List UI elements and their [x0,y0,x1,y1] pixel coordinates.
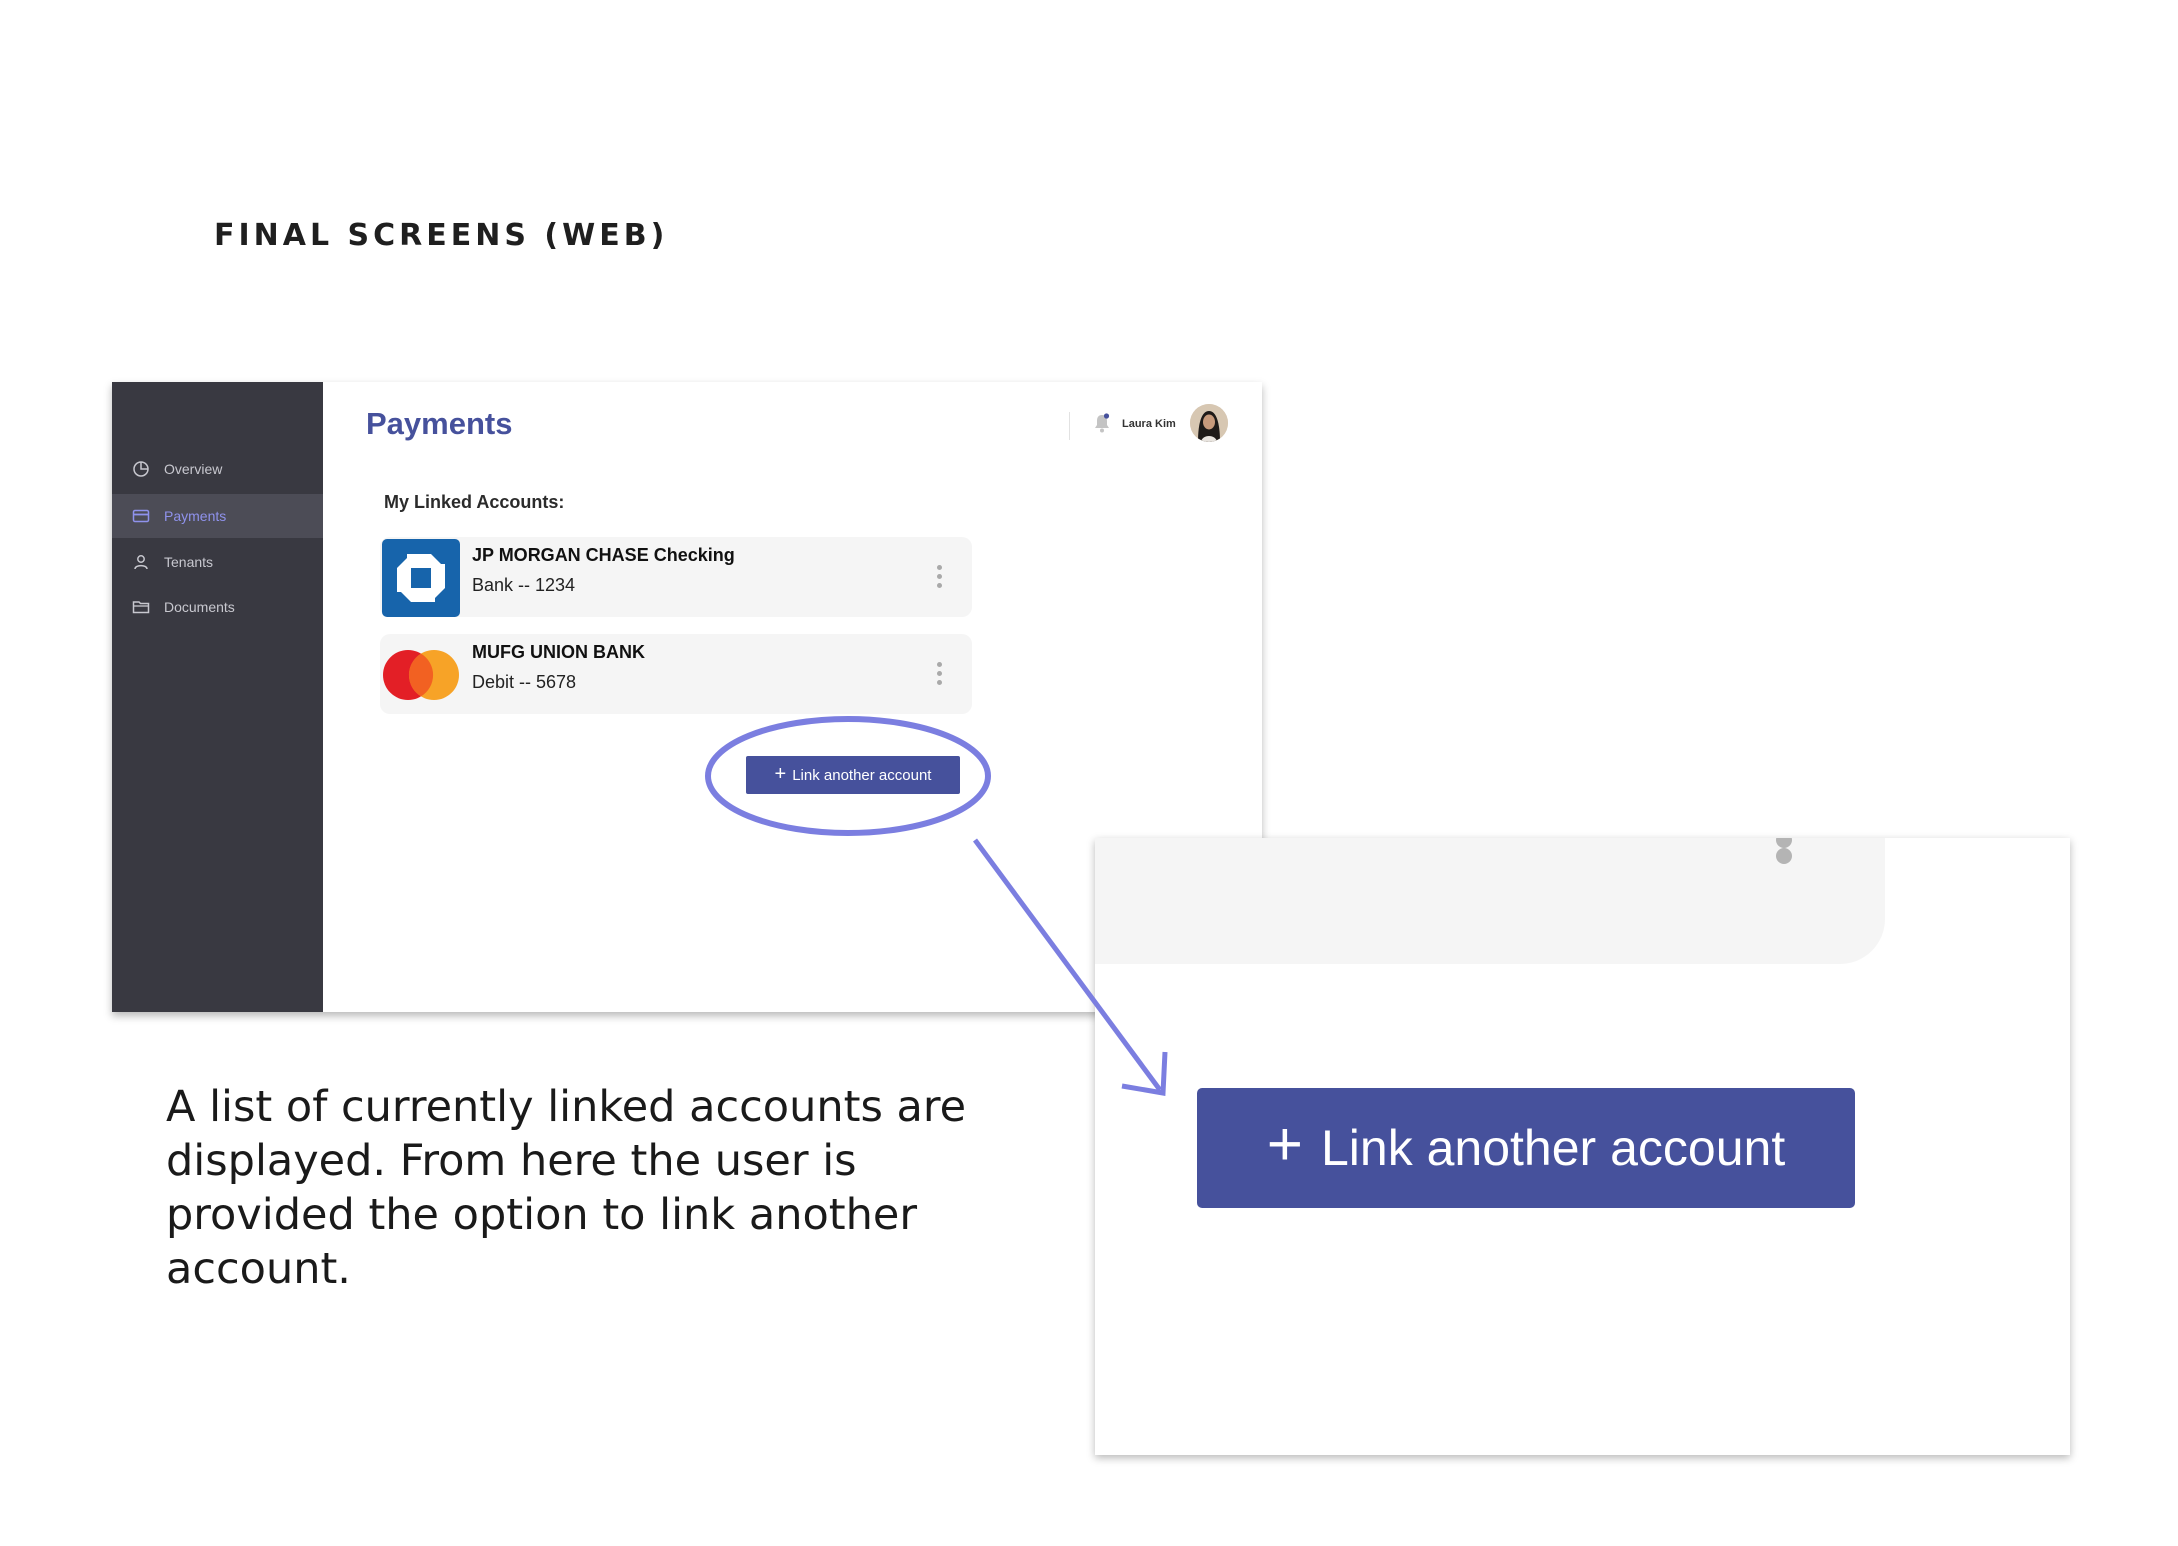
credit-card-icon [132,509,150,523]
account-name: MUFG UNION BANK [472,642,645,662]
account-detail: Bank -- 1234 [472,575,576,595]
account-name: JP MORGAN CHASE Checking [472,545,735,565]
more-options-icon [1776,838,1792,868]
pie-chart-icon [133,461,149,477]
sidebar-item-label: Documents [164,599,235,615]
sidebar-item-label: Overview [164,461,223,477]
zoom-account-card [1095,838,1885,964]
zoom-detail-panel: + Link another account [1095,838,2070,1455]
page-title: Payments [366,406,513,441]
person-icon [134,555,148,570]
account-detail: Debit -- 5678 [472,672,577,692]
more-options-icon[interactable] [936,662,942,688]
sidebar-item-payments[interactable]: Payments [112,494,323,538]
link-another-account-button[interactable]: + Link another account [746,756,960,794]
header-divider [1069,412,1070,440]
sidebar-item-label: Tenants [164,554,214,570]
link-button-label: Link another account [792,766,932,784]
app-window: Overview Payments Tenants Documents Paym… [112,382,1262,1012]
more-options-icon[interactable] [936,565,942,591]
description-text: A list of currently linked accounts are … [166,1082,967,1294]
page-heading: FINAL SCREENS (WEB) [214,218,669,253]
avatar-portrait-icon [1190,404,1228,442]
chase-logo [382,539,460,617]
bell-icon[interactable] [1092,412,1112,434]
zoom-button-label: Link another account [1321,1120,1786,1176]
user-name[interactable]: Laura Kim [1122,418,1176,430]
zoom-link-another-account-button[interactable]: + Link another account [1197,1088,1855,1208]
linked-accounts-label: My Linked Accounts: [384,492,565,512]
folder-icon [132,601,150,614]
sidebar-item-label: Payments [164,508,227,524]
plus-icon: + [774,763,787,785]
sidebar-item-overview[interactable]: Overview [112,447,323,491]
plus-icon: + [1266,1110,1303,1179]
sidebar: Overview Payments Tenants Documents [112,382,323,1012]
linked-account-card[interactable]: JP MORGAN CHASE Checking Bank -- 1234 [380,537,972,617]
linked-account-card[interactable]: MUFG UNION BANK Debit -- 5678 [380,634,972,714]
sidebar-item-documents[interactable]: Documents [112,585,323,629]
mastercard-logo [383,650,459,700]
sidebar-item-tenants[interactable]: Tenants [112,540,323,584]
avatar[interactable] [1190,404,1228,442]
